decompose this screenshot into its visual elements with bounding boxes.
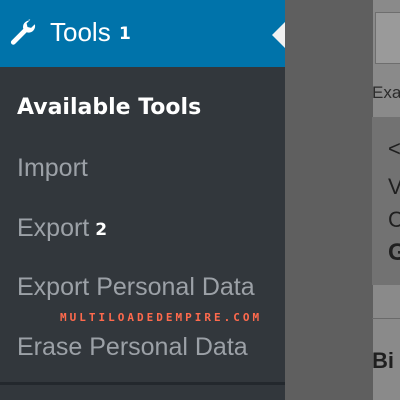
tools-menu-item[interactable]: Tools 1 [0,0,285,67]
admin-sidebar: Tools 1 Available Tools Import Export 2 E… [0,0,285,400]
code-line: V [388,174,400,199]
active-menu-pointer [272,22,285,48]
section-title: Bi [372,348,394,373]
code-line: G [388,239,400,266]
tools-menu-label: Tools [50,17,111,47]
sidebar-divider [0,382,285,385]
submenu-erase-personal-data[interactable]: Erase Personal Data [17,331,248,363]
main-content: Exa < V C G Bi [285,0,400,400]
submenu-label: Import [17,154,88,182]
submenu-label: Erase Personal Data [17,333,248,361]
example-label: Exa [372,83,400,102]
step-badge-2: 2 [95,220,108,240]
text-input[interactable] [375,12,400,64]
section-divider [372,318,400,319]
submenu-label: Available Tools [17,95,202,120]
step-badge-1: 1 [119,24,131,44]
code-line: < [388,136,400,161]
watermark: MULTILOADEDEMPIRE.COM [60,311,263,324]
wrench-icon [10,19,36,45]
code-line: C [388,207,400,232]
submenu-export[interactable]: Export 2 [17,212,107,246]
submenu-label: Export Personal Data [17,273,255,301]
submenu-import[interactable]: Import [17,152,88,184]
submenu-available-tools[interactable]: Available Tools [17,92,201,124]
submenu-label: Export [17,214,90,242]
submenu-export-personal-data[interactable]: Export Personal Data [17,271,255,303]
